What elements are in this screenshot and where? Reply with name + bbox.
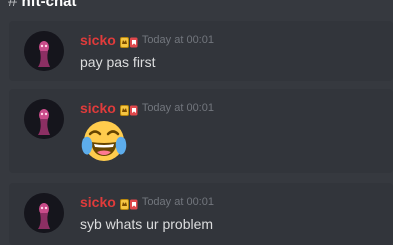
avatar-image — [24, 193, 64, 233]
avatar-image — [24, 99, 64, 139]
message-item[interactable]: sicko Today at 00:01 — [9, 89, 393, 173]
channel-name: nft-chat — [21, 0, 77, 10]
crown-tag-icon — [119, 197, 138, 210]
avatar[interactable] — [24, 99, 64, 139]
channel-hash-icon: # — [8, 0, 18, 10]
timestamp: Today at 00:01 — [141, 102, 214, 114]
avatar[interactable] — [24, 31, 64, 71]
crown-tag-icon — [119, 103, 138, 116]
message-header: sicko Today at 00:01 — [80, 100, 214, 116]
timestamp: Today at 00:01 — [141, 196, 214, 208]
avatar[interactable] — [24, 193, 64, 233]
chat-window: # nft-chat sicko Today at 00:01 pay pas … — [0, 0, 393, 245]
username[interactable]: sicko — [80, 194, 116, 210]
tears-of-joy-emoji-icon[interactable] — [80, 117, 128, 165]
message-header: sicko Today at 00:01 — [80, 194, 214, 210]
username[interactable]: sicko — [80, 32, 116, 48]
timestamp: Today at 00:01 — [141, 34, 214, 46]
message-text: pay pas first — [80, 54, 156, 70]
avatar-image — [24, 31, 64, 71]
channel-header[interactable]: # nft-chat — [0, 0, 76, 10]
username[interactable]: sicko — [80, 100, 116, 116]
message-item[interactable]: sicko Today at 00:01 pay pas first — [9, 21, 393, 81]
message-header: sicko Today at 00:01 — [80, 32, 214, 48]
crown-tag-icon — [119, 35, 138, 48]
message-item[interactable]: sicko Today at 00:01 syb whats ur proble… — [9, 183, 393, 245]
message-text: syb whats ur problem — [80, 216, 214, 232]
